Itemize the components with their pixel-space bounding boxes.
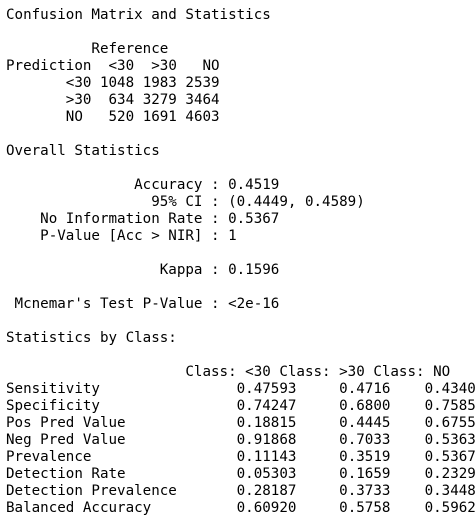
stat-value: 1 <box>228 228 237 244</box>
class-stat-value: 0.05303 <box>236 466 297 482</box>
stat-line: 95% CI : (0.4449, 0.4589) <box>151 194 365 210</box>
class-stat-value: 0.3519 <box>339 449 391 465</box>
class-stat-name: Sensitivity <box>6 381 100 397</box>
class-stat-value: 0.11143 <box>236 449 297 465</box>
by-class-heading-line: Statistics by Class: <box>6 330 475 347</box>
class-stat-value: 0.4445 <box>339 415 391 431</box>
overall-heading-line: Overall Statistics <box>6 143 475 160</box>
matrix-row-label: >30 <box>65 92 92 108</box>
class-col-header: Class: <30 <box>185 364 271 380</box>
class-stat-value: 0.5363 <box>424 432 475 448</box>
matrix-col-header: >30 <box>151 58 177 74</box>
class-stat-value: 0.2329 <box>424 466 475 482</box>
matrix-cell: 1983 <box>142 75 177 91</box>
r-console-output: Confusion Matrix and Statistics Referenc… <box>6 7 475 517</box>
stat-value: 0.1596 <box>228 262 280 278</box>
confusion-matrix-heading: Confusion Matrix and Statistics <box>6 7 271 23</box>
class-stat-value: 0.47593 <box>236 381 297 397</box>
class-stat-name: Pos Pred Value <box>6 415 126 431</box>
stat-name: No Information Rate <box>40 211 203 227</box>
statistics-by-class-heading: Statistics by Class: <box>6 330 177 346</box>
matrix-header-row: Prediction <30 >30 NO <box>6 58 475 75</box>
matrix-cell: 4603 <box>185 109 220 125</box>
matrix-cell: 2539 <box>185 75 220 91</box>
matrix-row: <30 1048 1983 2539 <box>6 75 475 92</box>
class-col-header: Class: >30 <box>279 364 365 380</box>
stat-line: No Information Rate : 0.5367 <box>40 211 280 227</box>
class-stat-value: 0.5962 <box>424 500 475 516</box>
matrix-cell: 3464 <box>185 92 220 108</box>
matrix-row-label: NO <box>65 109 83 125</box>
class-stat-value: 0.74247 <box>236 398 297 414</box>
stat-value: (0.4449, 0.4589) <box>228 194 365 210</box>
class-header-row: Class: <30 Class: >30 Class: NO <box>6 364 475 381</box>
class-stat-row: Prevalence 0.11143 0.3519 0.5367 <box>6 449 475 466</box>
stat-line: Accuracy : 0.4519 <box>134 177 280 193</box>
matrix-row: NO 520 1691 4603 <box>6 109 475 126</box>
stat-name: Mcnemar's Test P-Value <box>14 296 203 312</box>
stat-value: 0.4519 <box>228 177 280 193</box>
class-stat-value: 0.4716 <box>339 381 391 397</box>
matrix-col-header: NO <box>202 58 220 74</box>
matrix-row: >30 634 3279 3464 <box>6 92 475 109</box>
class-stat-name: Specificity <box>6 398 100 414</box>
matrix-cell: 1048 <box>99 75 135 91</box>
prediction-label: Prediction <box>6 58 92 74</box>
class-stat-value: 0.7033 <box>339 432 391 448</box>
class-stat-value: 0.3733 <box>339 483 391 499</box>
stat-line: Mcnemar's Test P-Value : <2e-16 <box>14 296 280 312</box>
class-stat-row: Specificity 0.74247 0.6800 0.7585 <box>6 398 475 415</box>
output-heading: Confusion Matrix and Statistics <box>6 7 475 24</box>
class-stat-value: 0.5367 <box>424 449 475 465</box>
class-stat-value: 0.1659 <box>339 466 391 482</box>
stat-name: Accuracy <box>134 177 203 193</box>
class-stat-value: 0.6800 <box>339 398 391 414</box>
class-stat-value: 0.18815 <box>236 415 297 431</box>
class-stat-value: 0.6755 <box>424 415 475 431</box>
class-stat-name: Detection Prevalence <box>6 483 177 499</box>
class-stat-value: 0.28187 <box>236 483 297 499</box>
reference-label: Reference <box>91 41 169 57</box>
stat-name: Kappa <box>159 262 203 278</box>
class-stat-value: 0.7585 <box>424 398 475 414</box>
stat-line: Kappa : 0.1596 <box>159 262 280 278</box>
class-stat-row: Sensitivity 0.47593 0.4716 0.4340 <box>6 381 475 398</box>
class-stat-name: Detection Rate <box>6 466 126 482</box>
stat-line: P-Value [Acc > NIR] : 1 <box>40 228 237 244</box>
class-stat-row: Balanced Accuracy 0.60920 0.5758 0.5962 <box>6 500 475 517</box>
class-stat-name: Prevalence <box>6 449 92 465</box>
overall-statistics-heading: Overall Statistics <box>6 143 160 159</box>
stat-name: P-Value [Acc > NIR] <box>40 228 203 244</box>
matrix-col-header: <30 <box>108 58 135 74</box>
class-stat-row: Pos Pred Value 0.18815 0.4445 0.6755 <box>6 415 475 432</box>
stat-value: <2e-16 <box>228 296 280 312</box>
class-stat-row: Detection Rate 0.05303 0.1659 0.2329 <box>6 466 475 483</box>
matrix-cell: 3279 <box>142 92 177 108</box>
class-stat-value: 0.3448 <box>424 483 475 499</box>
matrix-cell: 1691 <box>142 109 177 125</box>
class-stat-row: Detection Prevalence 0.28187 0.3733 0.34… <box>6 483 475 500</box>
class-stat-value: 0.4340 <box>424 381 475 397</box>
class-stat-value: 0.5758 <box>339 500 391 516</box>
class-stat-name: Neg Pred Value <box>6 432 126 448</box>
stat-value: 0.5367 <box>228 211 280 227</box>
reference-line: Reference <box>6 41 475 58</box>
matrix-cell: 520 <box>108 109 135 125</box>
class-stat-value: 0.91868 <box>236 432 297 448</box>
matrix-row-label: <30 <box>65 75 92 91</box>
matrix-cell: 634 <box>108 92 135 108</box>
stat-name: 95% CI <box>151 194 203 210</box>
class-col-header: Class: NO <box>373 364 451 380</box>
class-stat-row: Neg Pred Value 0.91868 0.7033 0.5363 <box>6 432 475 449</box>
class-stat-value: 0.60920 <box>236 500 297 516</box>
class-stat-name: Balanced Accuracy <box>6 500 152 516</box>
